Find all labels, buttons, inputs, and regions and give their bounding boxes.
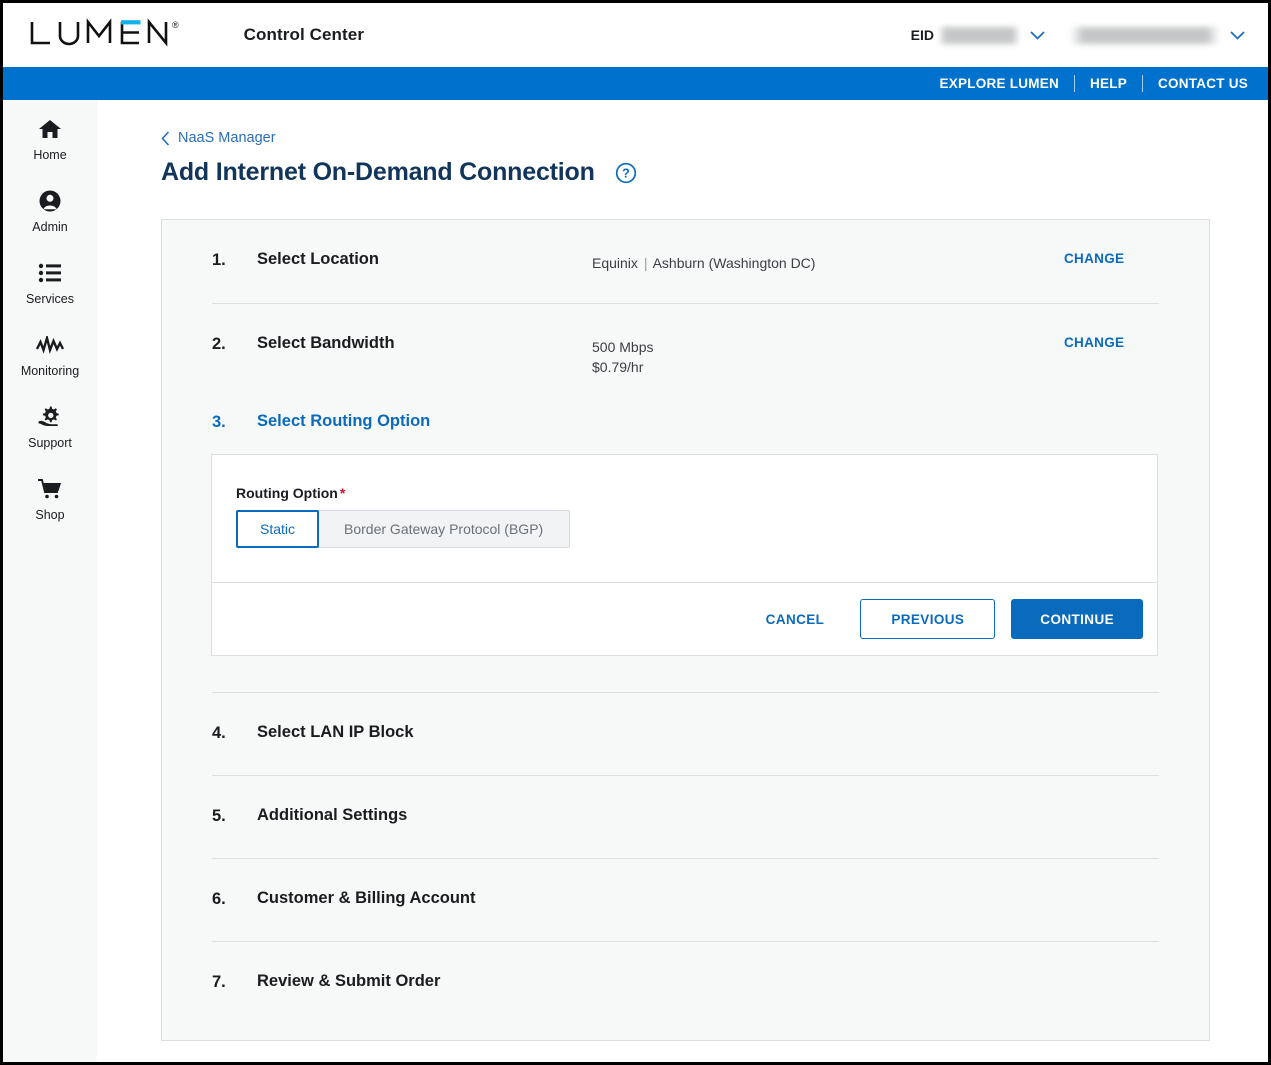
account-value-redacted	[1070, 26, 1220, 44]
location-separator: |	[643, 255, 648, 271]
nav-link-help[interactable]: HELP	[1075, 76, 1142, 91]
bandwidth-speed: 500 Mbps	[592, 339, 654, 355]
sidebar-item-admin[interactable]: Admin	[3, 186, 97, 258]
location-site: Ashburn (Washington DC)	[652, 255, 816, 271]
sidebar-label-home: Home	[33, 148, 67, 162]
sidebar-label-shop: Shop	[35, 508, 65, 522]
activity-waveform-icon	[36, 330, 64, 360]
step-title: Select LAN IP Block	[257, 723, 414, 741]
previous-button[interactable]: PREVIOUS	[860, 599, 996, 639]
chevron-down-icon[interactable]	[1026, 30, 1048, 40]
nav-link-contact-us[interactable]: CONTACT US	[1143, 76, 1263, 91]
step-row-select-bandwidth[interactable]: 2. Select Bandwidth 500 Mbps $0.79/hr CH…	[212, 303, 1159, 386]
step-number: 3.	[212, 413, 226, 431]
routing-panel-body: Routing Option * Static Border Gateway Pr…	[212, 455, 1157, 582]
order-steps-card: 1. Select Location Equinix | Ashburn (Wa…	[161, 219, 1210, 1041]
cancel-button[interactable]: CANCEL	[744, 602, 847, 637]
gear-in-hand-icon	[37, 402, 63, 432]
step-title: Select Location	[257, 250, 379, 268]
user-circle-icon	[38, 186, 62, 216]
list-icon	[38, 258, 62, 288]
step-title: Customer & Billing Account	[257, 889, 476, 907]
step-number: 1.	[212, 251, 226, 269]
step-row-review-submit-order[interactable]: 7. Review & Submit Order	[212, 941, 1159, 1024]
step-row-additional-settings[interactable]: 5. Additional Settings	[212, 775, 1159, 858]
top-header: ® Control Center EID	[3, 3, 1268, 67]
sidebar-item-shop[interactable]: Shop	[3, 474, 97, 546]
routing-option-toggle-group: Static Border Gateway Protocol (BGP)	[236, 510, 571, 548]
sidebar-label-monitoring: Monitoring	[20, 364, 80, 378]
step-title: Additional Settings	[257, 806, 408, 824]
step-row-select-location[interactable]: 1. Select Location Equinix | Ashburn (Wa…	[212, 220, 1159, 303]
step-number: 4.	[212, 724, 226, 742]
sidebar-label-services: Services	[26, 292, 74, 306]
bandwidth-price: $0.79/hr	[592, 359, 644, 376]
sidebar-item-services[interactable]: Services	[3, 258, 97, 330]
sidebar-label-support: Support	[28, 436, 72, 450]
lumen-logo[interactable]: ®	[29, 18, 179, 52]
routing-option-panel: Routing Option * Static Border Gateway Pr…	[211, 454, 1158, 656]
main-content: NaaS Manager Add Internet On-Demand Conn…	[97, 100, 1268, 1062]
change-bandwidth-link[interactable]: CHANGE	[1064, 334, 1159, 350]
eid-label: EID	[910, 27, 934, 43]
continue-button[interactable]: CONTINUE	[1011, 599, 1143, 639]
step-header-routing: 3. Select Routing Option	[212, 412, 1159, 454]
step-row-select-lan-ip-block[interactable]: 4. Select LAN IP Block	[212, 692, 1159, 775]
location-provider: Equinix	[592, 255, 638, 271]
chevron-left-icon	[161, 130, 170, 146]
account-selector[interactable]	[1070, 26, 1254, 44]
body-container: Home Admin Services Monitoring Support S…	[3, 100, 1268, 1062]
required-marker: *	[339, 485, 346, 501]
step-value-bandwidth: 500 Mbps $0.79/hr	[592, 334, 1064, 378]
header-account-area: EID	[911, 3, 1254, 67]
step-title: Select Bandwidth	[257, 334, 395, 352]
routing-option-label: Routing Option *	[236, 485, 1133, 501]
app-window: ® Control Center EID EXPLORE LUMEN HELP …	[0, 0, 1271, 1065]
sidebar-item-home[interactable]: Home	[3, 114, 97, 186]
page-title-row: Add Internet On-Demand Connection ?	[161, 158, 1268, 187]
home-icon	[38, 114, 62, 144]
step-row-customer-billing-account[interactable]: 6. Customer & Billing Account	[212, 858, 1159, 941]
eid-value-redacted	[938, 26, 1020, 44]
breadcrumb-naas-manager[interactable]: NaaS Manager	[161, 130, 276, 146]
svg-text:?: ?	[622, 166, 630, 180]
utility-nav-bar: EXPLORE LUMEN HELP CONTACT US	[3, 67, 1268, 100]
chevron-down-icon[interactable]	[1226, 30, 1248, 40]
routing-option-static[interactable]: Static	[236, 510, 320, 548]
step-value-location: Equinix | Ashburn (Washington DC)	[592, 250, 1064, 273]
panel-spacer	[212, 656, 1159, 692]
nav-link-explore-lumen[interactable]: EXPLORE LUMEN	[924, 76, 1074, 91]
step-number: 6.	[212, 890, 226, 908]
shopping-cart-icon	[37, 474, 63, 504]
sidebar-item-support[interactable]: Support	[3, 402, 97, 474]
question-circle-icon[interactable]: ?	[615, 162, 637, 184]
step-title: Select Routing Option	[257, 412, 431, 430]
sidebar-label-admin: Admin	[32, 220, 68, 234]
routing-option-bgp[interactable]: Border Gateway Protocol (BGP)	[318, 510, 571, 548]
app-title: Control Center	[243, 25, 365, 44]
routing-panel-footer: CANCEL PREVIOUS CONTINUE	[212, 582, 1157, 655]
step-number: 2.	[212, 335, 226, 353]
left-sidebar: Home Admin Services Monitoring Support S…	[3, 100, 97, 1062]
step-number: 7.	[212, 973, 226, 991]
eid-selector[interactable]: EID	[910, 26, 1054, 44]
registered-mark: ®	[172, 20, 179, 30]
step-row-select-routing-option: 3. Select Routing Option Routing Option *…	[211, 386, 1159, 692]
step-number: 5.	[212, 807, 226, 825]
breadcrumb-label: NaaS Manager	[178, 130, 276, 146]
sidebar-item-monitoring[interactable]: Monitoring	[3, 330, 97, 402]
change-location-link[interactable]: CHANGE	[1064, 250, 1159, 266]
page-title: Add Internet On-Demand Connection	[161, 158, 595, 186]
routing-option-label-text: Routing Option	[236, 485, 338, 501]
step-title: Review & Submit Order	[257, 972, 441, 990]
